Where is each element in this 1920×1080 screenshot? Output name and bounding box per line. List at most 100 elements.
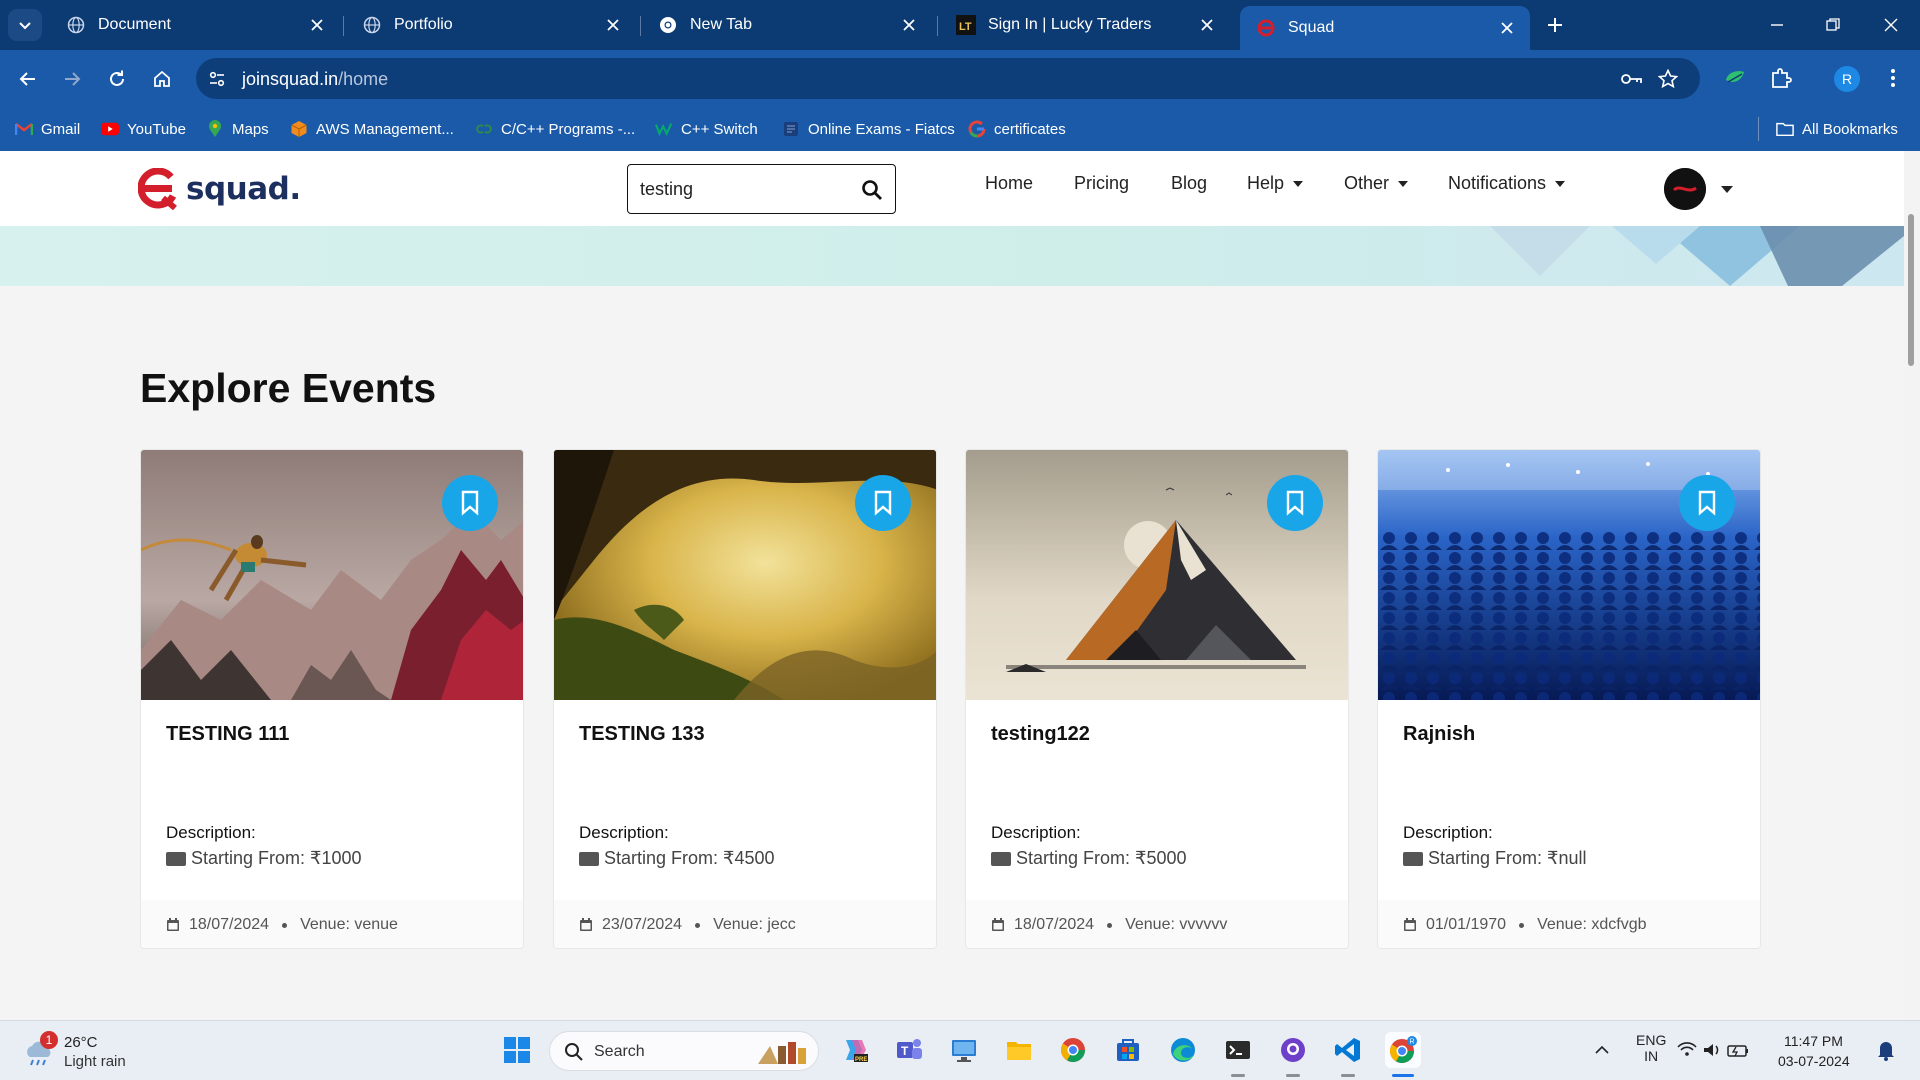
close-icon[interactable] xyxy=(900,16,918,34)
forward-button[interactable] xyxy=(57,64,87,94)
nav-pricing[interactable]: Pricing xyxy=(1074,173,1129,194)
close-icon[interactable] xyxy=(308,16,326,34)
search-input[interactable]: testing xyxy=(640,179,693,200)
bookmark-event-button[interactable] xyxy=(442,475,498,531)
event-date: 18/07/2024 xyxy=(1014,916,1095,933)
close-icon[interactable] xyxy=(604,16,622,34)
event-title[interactable]: TESTING 133 xyxy=(579,723,705,746)
weather-temp: 26°C xyxy=(64,1034,98,1051)
squad-logo[interactable]: squad. xyxy=(138,168,301,210)
search-box[interactable]: testing xyxy=(627,164,896,214)
microsoft-store-icon[interactable] xyxy=(1110,1032,1146,1068)
show-hidden-icons-button[interactable] xyxy=(1584,1032,1620,1068)
squad-icon xyxy=(1256,18,1276,38)
caret-down-icon[interactable] xyxy=(1721,186,1733,193)
extension-leaf-icon[interactable] xyxy=(1720,63,1750,93)
event-title[interactable]: Rajnish xyxy=(1403,723,1475,746)
more-options-icon[interactable] xyxy=(1878,63,1908,93)
star-icon[interactable] xyxy=(1656,67,1680,91)
clock-time[interactable]: 11:47 PM xyxy=(1784,1033,1843,1049)
file-explorer-icon[interactable] xyxy=(1001,1032,1037,1068)
back-button[interactable] xyxy=(13,64,43,94)
user-avatar[interactable] xyxy=(1664,168,1706,210)
svg-text:LT: LT xyxy=(959,21,972,33)
language-indicator[interactable]: ENG IN xyxy=(1636,1032,1666,1064)
google-icon xyxy=(968,120,986,138)
tab-search-button[interactable] xyxy=(8,9,42,41)
bookmark-gmail[interactable]: Gmail xyxy=(15,117,80,141)
password-key-icon[interactable] xyxy=(1620,67,1644,91)
site-info-button[interactable] xyxy=(202,64,232,94)
bookmark-label: C/C++ Programs -... xyxy=(501,120,636,138)
browser-tab-document[interactable]: Document xyxy=(50,7,340,43)
reload-button[interactable] xyxy=(102,64,132,94)
bookmark-c-programs[interactable]: C/C++ Programs -... xyxy=(475,117,635,141)
scrollbar-thumb[interactable] xyxy=(1908,214,1914,366)
browser-tab-squad[interactable]: Squad xyxy=(1240,6,1530,50)
calendar-icon xyxy=(580,918,592,931)
address-bar[interactable]: joinsquad.in/home xyxy=(196,58,1700,99)
event-price: Starting From: ₹5000 xyxy=(991,848,1187,869)
event-card[interactable]: Rajnish Description: Starting From: ₹nul… xyxy=(1377,449,1761,949)
url-host: joinsquad.in xyxy=(242,69,339,89)
ticket-icon xyxy=(1403,851,1423,866)
browser-tab-new-tab[interactable]: New Tab xyxy=(642,7,932,43)
vscode-icon[interactable] xyxy=(1330,1032,1366,1068)
bookmark-online-exams[interactable]: Online Exams - Fiatcs xyxy=(782,117,955,141)
event-card[interactable]: TESTING 133 Description: Starting From: … xyxy=(553,449,937,949)
close-icon[interactable] xyxy=(1198,16,1216,34)
event-title[interactable]: TESTING 111 xyxy=(166,723,289,746)
event-price-text: Starting From: ₹5000 xyxy=(1016,848,1187,868)
system-tray-status[interactable] xyxy=(1676,1032,1756,1068)
bookmark-cpp-switch[interactable]: C++ Switch xyxy=(655,117,758,141)
browser-tab-lucky-traders[interactable]: LT Sign In | Lucky Traders xyxy=(940,7,1230,43)
windows-start-button[interactable] xyxy=(499,1032,535,1068)
browser-tab-portfolio[interactable]: Portfolio xyxy=(346,7,636,43)
terminal-icon[interactable] xyxy=(1220,1032,1256,1068)
browser-tab-bar: Document Portfolio New Tab LT Sign In | … xyxy=(0,0,1920,50)
nav-other[interactable]: Other xyxy=(1344,173,1409,194)
all-bookmarks-button[interactable]: All Bookmarks xyxy=(1776,117,1898,141)
bookmark-aws[interactable]: AWS Management... xyxy=(290,117,454,141)
caret-down-icon xyxy=(1293,180,1304,187)
teams-icon[interactable]: T xyxy=(891,1032,927,1068)
remote-desktop-icon[interactable] xyxy=(946,1032,982,1068)
profile-avatar[interactable]: R xyxy=(1834,66,1860,92)
bookmark-certificates[interactable]: certificates xyxy=(968,117,1066,141)
event-card[interactable]: testing122 Description: Starting From: ₹… xyxy=(965,449,1349,949)
github-desktop-icon[interactable] xyxy=(1275,1032,1311,1068)
home-button[interactable] xyxy=(147,64,177,94)
extensions-puzzle-icon[interactable] xyxy=(1766,63,1796,93)
close-window-button[interactable] xyxy=(1878,12,1904,38)
event-card[interactable]: TESTING 111 Description: Starting From: … xyxy=(140,449,524,949)
new-tab-button[interactable] xyxy=(1542,12,1568,38)
tab-separator xyxy=(640,16,641,36)
bookmark-youtube[interactable]: YouTube xyxy=(101,117,186,141)
bookmark-event-button[interactable] xyxy=(1679,475,1735,531)
minimize-button[interactable] xyxy=(1764,12,1790,38)
taskbar-search[interactable]: Search xyxy=(549,1031,819,1071)
search-icon xyxy=(565,1043,583,1061)
weather-widget[interactable]: 1 26°C Light rain xyxy=(22,1031,172,1073)
restore-button[interactable] xyxy=(1820,12,1846,38)
chrome-profile-taskbar-icon[interactable]: R xyxy=(1385,1032,1421,1068)
bookmark-maps[interactable]: Maps xyxy=(206,117,269,141)
event-title[interactable]: testing122 xyxy=(991,723,1090,746)
nav-notifications[interactable]: Notifications xyxy=(1448,173,1566,194)
close-icon[interactable] xyxy=(1498,19,1516,37)
search-icon[interactable] xyxy=(861,179,883,201)
chrome-taskbar-icon[interactable] xyxy=(1055,1032,1091,1068)
separator-dot xyxy=(1519,922,1525,928)
bookmark-icon xyxy=(461,490,479,516)
copilot-icon[interactable]: PRE xyxy=(836,1032,872,1068)
nav-home[interactable]: Home xyxy=(985,173,1033,194)
bookmark-event-button[interactable] xyxy=(855,475,911,531)
event-meta: 23/07/2024 Venue: jecc xyxy=(554,900,936,948)
nav-help[interactable]: Help xyxy=(1247,173,1304,194)
notification-bell-icon[interactable] xyxy=(1868,1032,1904,1068)
bookmark-event-button[interactable] xyxy=(1267,475,1323,531)
edge-icon[interactable] xyxy=(1165,1032,1201,1068)
home-icon xyxy=(154,70,170,87)
nav-blog[interactable]: Blog xyxy=(1171,173,1207,194)
clock-date[interactable]: 03-07-2024 xyxy=(1778,1053,1850,1069)
